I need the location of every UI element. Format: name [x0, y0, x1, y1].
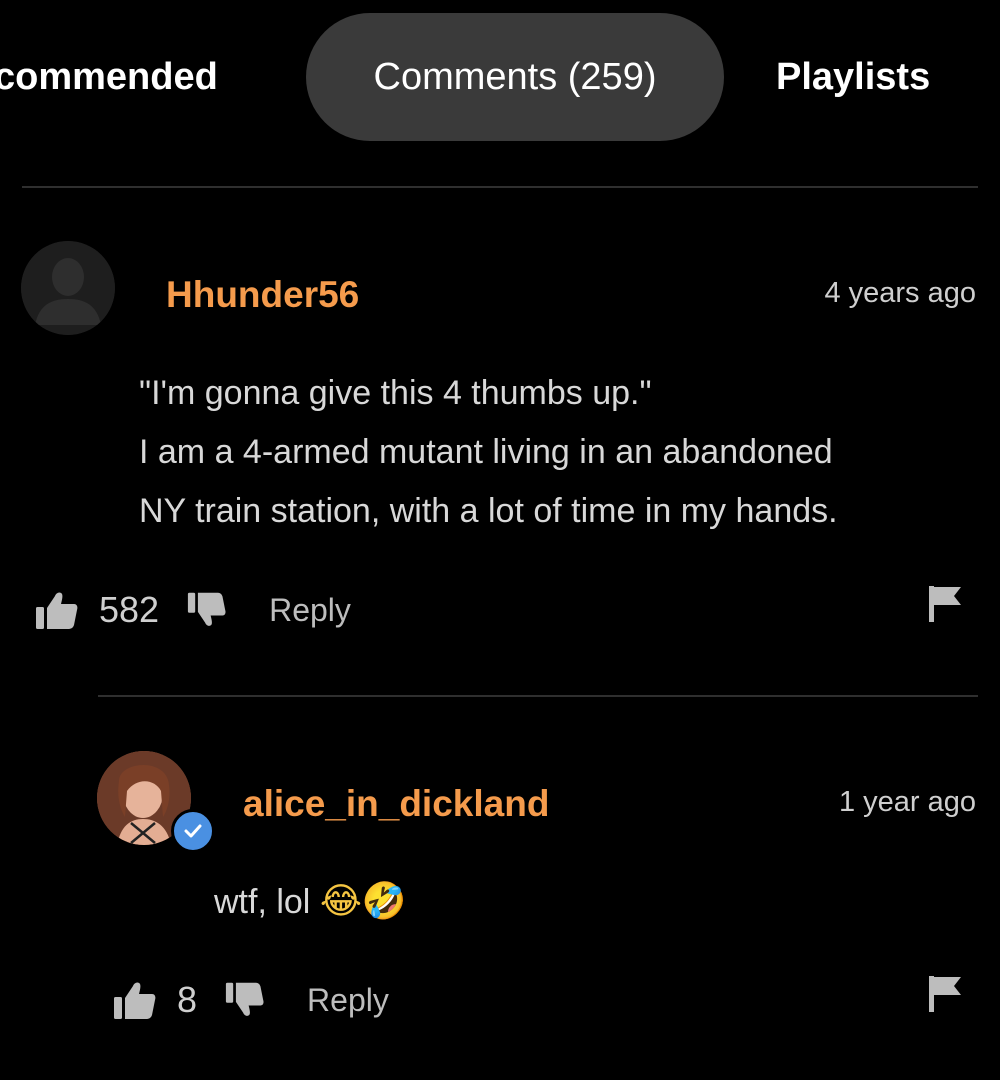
- comment-timestamp: 1 year ago: [838, 786, 976, 818]
- like-count: 582: [99, 589, 160, 630]
- thumbs-up-icon[interactable]: [35, 590, 79, 630]
- thumbs-down-icon[interactable]: [225, 980, 265, 1020]
- verified-badge-icon: [171, 809, 215, 853]
- comment-text: "I'm gonna give this 4 thumbs up." I am …: [139, 364, 838, 541]
- divider: [98, 695, 978, 697]
- comment-timestamp: 4 years ago: [824, 277, 976, 309]
- default-avatar-icon: [21, 241, 115, 335]
- tab-playlists[interactable]: Playlists: [776, 58, 930, 96]
- comment-username[interactable]: alice_in_dickland: [243, 783, 549, 825]
- flag-icon[interactable]: [928, 975, 962, 1013]
- comment-text-content: wtf, lol: [214, 883, 311, 921]
- comment-text-line: "I'm gonna give this 4 thumbs up.": [139, 374, 652, 412]
- flag-icon[interactable]: [928, 585, 962, 623]
- comment-actions: 582 Reply: [35, 582, 351, 638]
- tab-recommended[interactable]: commended: [0, 58, 218, 96]
- thumbs-down-icon[interactable]: [187, 590, 227, 630]
- divider: [22, 186, 978, 188]
- tab-bar: commended Comments (259) Playlists: [0, 0, 1000, 150]
- comment-username[interactable]: Hhunder56: [166, 274, 359, 316]
- thumbs-up-icon[interactable]: [113, 980, 157, 1020]
- reply-button[interactable]: Reply: [307, 982, 389, 1019]
- tab-comments[interactable]: Comments (259): [306, 13, 724, 141]
- like-count: 8: [177, 979, 198, 1020]
- comment-text-line: NY train station, with a lot of time in …: [139, 492, 838, 530]
- reply-button[interactable]: Reply: [269, 592, 351, 629]
- comment-text: wtf, lol 😂🤣: [214, 872, 407, 932]
- comment-text-line: I am a 4-armed mutant living in an aband…: [139, 433, 833, 471]
- emoji-icon: 😂🤣: [319, 881, 407, 922]
- avatar[interactable]: [21, 241, 115, 335]
- comment-actions: 8 Reply: [113, 972, 389, 1028]
